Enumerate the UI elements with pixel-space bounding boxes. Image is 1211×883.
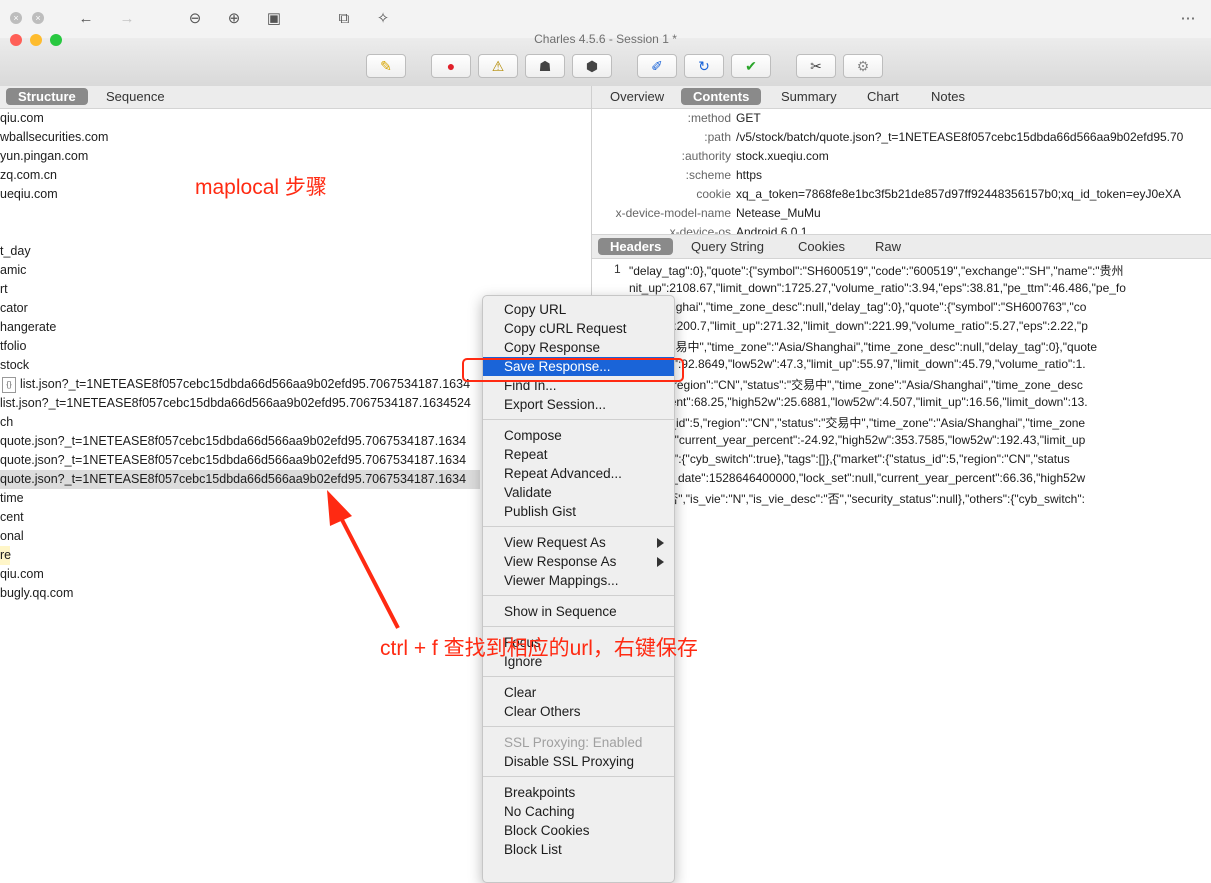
annotation-arrow: [327, 490, 400, 629]
